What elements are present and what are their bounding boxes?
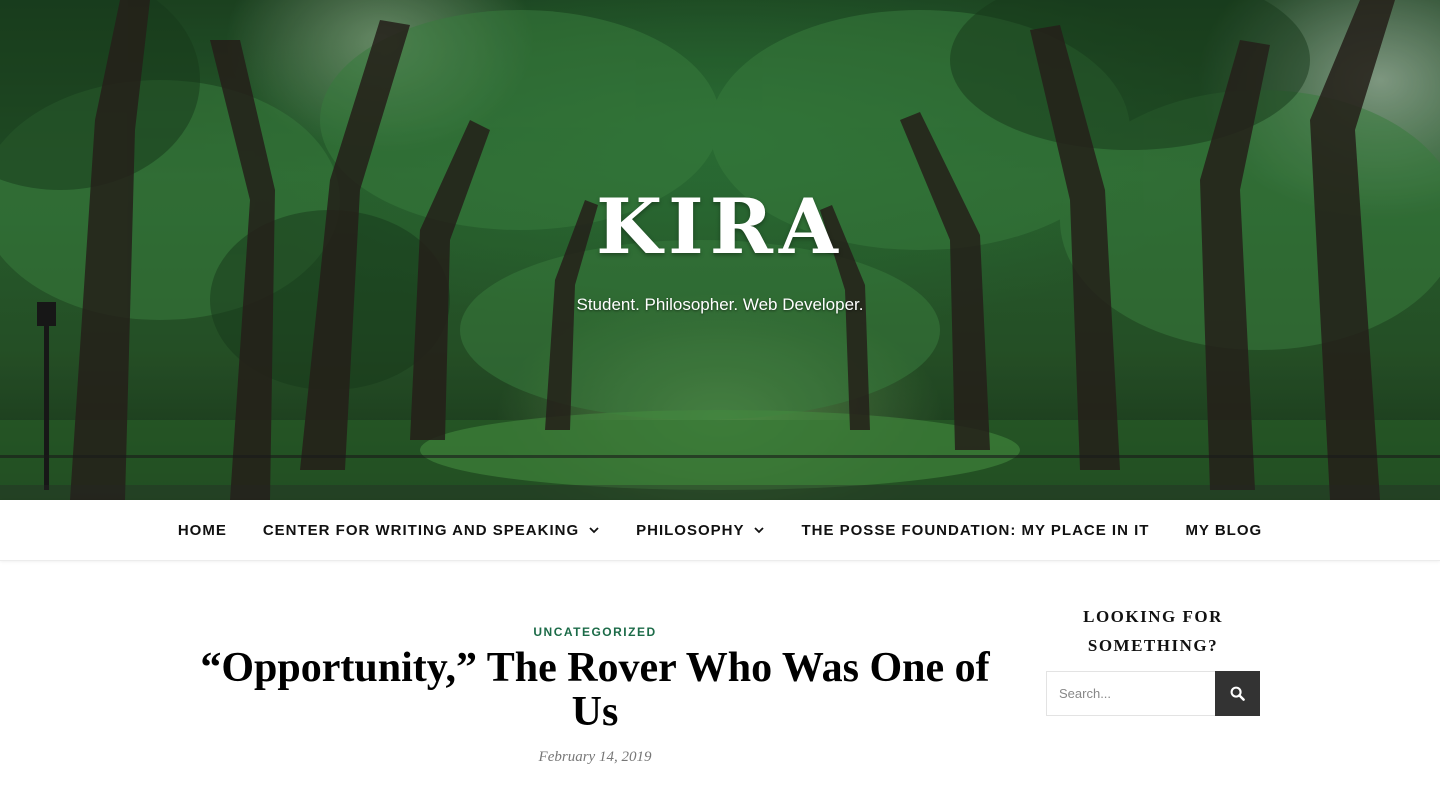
post-title[interactable]: “Opportunity,” The Rover Who Was One of … (200, 646, 990, 734)
main-navigation: HOME CENTER FOR WRITING AND SPEAKING PHI… (0, 500, 1440, 561)
site-tagline: Student. Philosopher. Web Developer. (576, 295, 864, 314)
nav-item-philosophy[interactable]: PHILOSOPHY (618, 522, 783, 539)
nav-item-label: MY BLOG (1185, 521, 1263, 539)
chevron-down-icon (754, 527, 765, 534)
chevron-down-icon (589, 527, 599, 534)
nav-item-label: THE POSSE FOUNDATION: MY PLACE IN IT (801, 521, 1150, 539)
header-hero: KIRA Student. Philosopher. Web Developer… (0, 0, 1440, 500)
nav-item-label: PHILOSOPHY (636, 521, 745, 539)
nav-item-label: HOME (177, 521, 227, 539)
search-form (1046, 671, 1260, 716)
post-date: February 14, 2019 (538, 749, 652, 765)
search-input[interactable] (1046, 671, 1215, 716)
nav-item-posse-foundation[interactable]: THE POSSE FOUNDATION: MY PLACE IN IT (783, 522, 1167, 539)
search-icon (1230, 686, 1245, 701)
nav-item-my-blog[interactable]: MY BLOG (1167, 522, 1280, 539)
nav-item-label: CENTER FOR WRITING AND SPEAKING (262, 521, 580, 539)
nav-item-home[interactable]: HOME (160, 522, 245, 539)
search-widget-title: LOOKING FOR SOMETHING? (1083, 607, 1223, 655)
nav-item-center-for-writing-and-speaking[interactable]: CENTER FOR WRITING AND SPEAKING (245, 522, 618, 539)
search-button[interactable] (1215, 671, 1260, 716)
site-title[interactable]: KIRA (0, 182, 1440, 271)
post-category-link[interactable]: UNCATEGORIZED (200, 625, 990, 639)
